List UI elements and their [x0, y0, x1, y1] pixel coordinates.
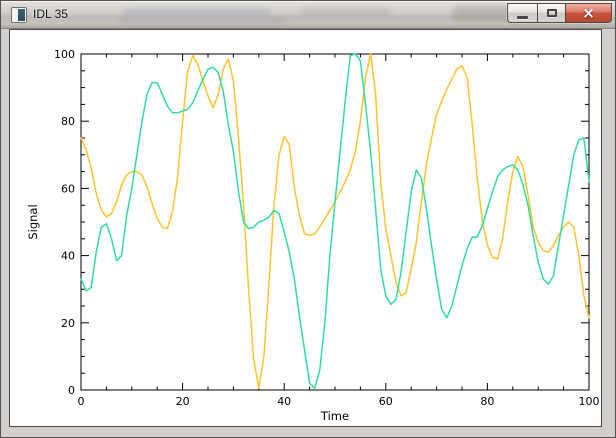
y-tick-label: 20 [61, 317, 75, 330]
glass-smudge [123, 8, 271, 16]
y-tick-label: 0 [68, 384, 75, 397]
y-tick-label: 60 [61, 182, 75, 195]
x-tick-label: 60 [379, 395, 393, 408]
plot-client-area: 0 20 40 60 80 100 0 20 40 60 80 100 Time Signal [9, 29, 602, 427]
glass-smudge [301, 7, 391, 16]
x-tick-label: 20 [176, 395, 190, 408]
glass-smudge [119, 18, 287, 25]
y-tick-label: 100 [54, 48, 75, 61]
minimize-button[interactable] [507, 3, 537, 23]
titlebar[interactable]: IDL 35 × [1, 1, 615, 29]
x-tick-label: 40 [277, 395, 291, 408]
signal-green-line [80, 53, 590, 390]
x-tick-label: 80 [480, 395, 494, 408]
y-tick-label: 40 [61, 250, 75, 263]
x-tick-label: 0 [78, 395, 85, 408]
close-button[interactable]: × [565, 3, 612, 23]
signal-gold-line [80, 53, 590, 390]
glass-smudge [453, 6, 515, 21]
x-axis-label: Time [320, 409, 349, 423]
caption-buttons: × [507, 3, 612, 23]
y-tick-label: 80 [61, 115, 75, 128]
minimize-icon [517, 16, 528, 19]
maximize-button[interactable] [537, 3, 565, 23]
idl-window: IDL 35 × 0 20 40 60 80 100 0 20 40 60 80 100 Time Sig… [0, 0, 616, 438]
idl-window-icon [11, 7, 27, 23]
window-title: IDL 35 [33, 7, 68, 21]
x-tick-label: 100 [579, 395, 600, 408]
chart-svg: 0 20 40 60 80 100 0 20 40 60 80 100 Time Signal [26, 48, 600, 423]
plot-box [80, 53, 590, 391]
y-axis-label: Signal [26, 204, 40, 239]
maximize-icon [546, 9, 557, 17]
close-icon: × [582, 4, 595, 22]
